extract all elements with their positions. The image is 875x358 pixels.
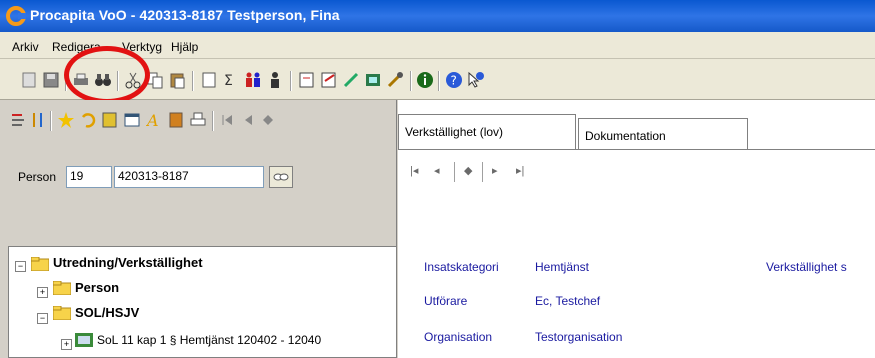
insatskategori-value: Hemtjänst xyxy=(535,260,590,274)
window-icon[interactable] xyxy=(124,111,140,129)
bookmark-icon[interactable] xyxy=(260,111,276,129)
left-toolbar: A xyxy=(0,100,396,140)
paste-icon[interactable] xyxy=(168,71,186,89)
folder-icon xyxy=(31,257,49,271)
app-logo-icon xyxy=(6,6,26,26)
report-icon[interactable] xyxy=(298,71,316,89)
persons-icon[interactable] xyxy=(244,71,262,89)
first-icon[interactable] xyxy=(220,111,236,129)
whats-this-icon[interactable] xyxy=(467,71,485,89)
tree-node-leaf[interactable]: SoL 11 kap 1 § Hemtjänst 120402 - 12040 xyxy=(97,333,321,347)
tab-label: Dokumentation xyxy=(585,129,666,143)
star-icon[interactable] xyxy=(58,111,74,129)
century-field[interactable]: 19 xyxy=(66,166,112,188)
folder-icon xyxy=(53,281,71,295)
prev-record-button[interactable]: ◂ xyxy=(434,164,440,177)
utforare-label: Utförare xyxy=(424,294,468,308)
menu-hjalp[interactable]: Hjälp xyxy=(171,40,198,54)
bookmark-button[interactable]: ◆ xyxy=(464,164,472,177)
report-edit-icon[interactable] xyxy=(320,71,338,89)
print-small-icon[interactable] xyxy=(190,111,206,129)
undo-icon[interactable] xyxy=(80,111,96,129)
sum-icon[interactable]: Σ xyxy=(222,71,240,89)
note-icon[interactable] xyxy=(102,111,118,129)
tree-expander-root[interactable]: − xyxy=(15,261,26,272)
utforare-value: Ec, Testchef xyxy=(535,294,601,308)
tab-dokumentation[interactable]: Dokumentation xyxy=(578,118,748,150)
help-icon[interactable]: ? xyxy=(445,71,463,89)
tree-node-person[interactable]: Person xyxy=(75,280,119,295)
right-pane: Verkställighet (lov) Dokumentation |◂ ◂ … xyxy=(398,100,875,358)
tools-icon[interactable] xyxy=(364,71,382,89)
search-person-button[interactable] xyxy=(269,166,293,188)
font-icon[interactable]: A xyxy=(146,111,162,129)
first-record-button[interactable]: |◂ xyxy=(410,164,418,177)
info-icon[interactable] xyxy=(416,71,434,89)
new-icon[interactable] xyxy=(20,71,38,89)
menu-arkiv[interactable]: Arkiv xyxy=(12,40,39,54)
folder-icon xyxy=(53,306,71,320)
left-pane: A Person 19 420313-8187 − Utredning/Verk… xyxy=(0,100,397,358)
svg-text:?: ? xyxy=(451,74,457,88)
insatskategori-label: Insatskategori xyxy=(424,260,499,274)
pen-icon[interactable] xyxy=(342,71,360,89)
navigation-tree: − Utredning/Verkställighet + Person − SO… xyxy=(8,246,396,358)
last-record-button[interactable]: ▸| xyxy=(516,164,524,177)
search-eyes-icon xyxy=(273,173,289,181)
tab-label: Verkställighet (lov) xyxy=(405,125,504,139)
book-icon[interactable] xyxy=(168,111,184,129)
person-icon[interactable] xyxy=(266,71,284,89)
brush-icon[interactable] xyxy=(386,71,404,89)
title-bar: Procapita VoO - 420313-8187 Testperson, … xyxy=(0,0,875,32)
prev-icon[interactable] xyxy=(240,111,256,129)
svg-text:A: A xyxy=(146,111,159,129)
svg-text:Σ: Σ xyxy=(224,73,233,89)
tree-expander-sol[interactable]: − xyxy=(37,313,48,324)
decision-icon xyxy=(75,333,93,347)
window-title: Procapita VoO - 420313-8187 Testperson, … xyxy=(30,7,340,23)
highlight-circle xyxy=(64,46,150,104)
next-record-button[interactable]: ▸ xyxy=(492,164,498,177)
save-icon[interactable] xyxy=(42,71,60,89)
tree-expander-leaf[interactable]: + xyxy=(61,339,72,350)
tab-verkstallighet[interactable]: Verkställighet (lov) xyxy=(398,114,576,150)
person-label: Person xyxy=(18,170,57,184)
tree-node-root[interactable]: Utredning/Verkställighet xyxy=(53,255,203,270)
organisation-label: Organisation xyxy=(424,330,493,344)
verkstallighet-label: Verkställighet s xyxy=(766,260,847,274)
tree-node-sol[interactable]: SOL/HSJV xyxy=(75,305,139,320)
document-icon[interactable] xyxy=(200,71,218,89)
tree-expander-person[interactable]: + xyxy=(37,287,48,298)
organisation-value: Testorganisation xyxy=(535,330,623,344)
tree-icon[interactable] xyxy=(10,111,26,129)
person-number-field[interactable]: 420313-8187 xyxy=(114,166,264,188)
record-nav-bar: |◂ ◂ ◆ ▸ ▸| xyxy=(398,150,875,190)
sort-icon[interactable] xyxy=(30,111,46,129)
